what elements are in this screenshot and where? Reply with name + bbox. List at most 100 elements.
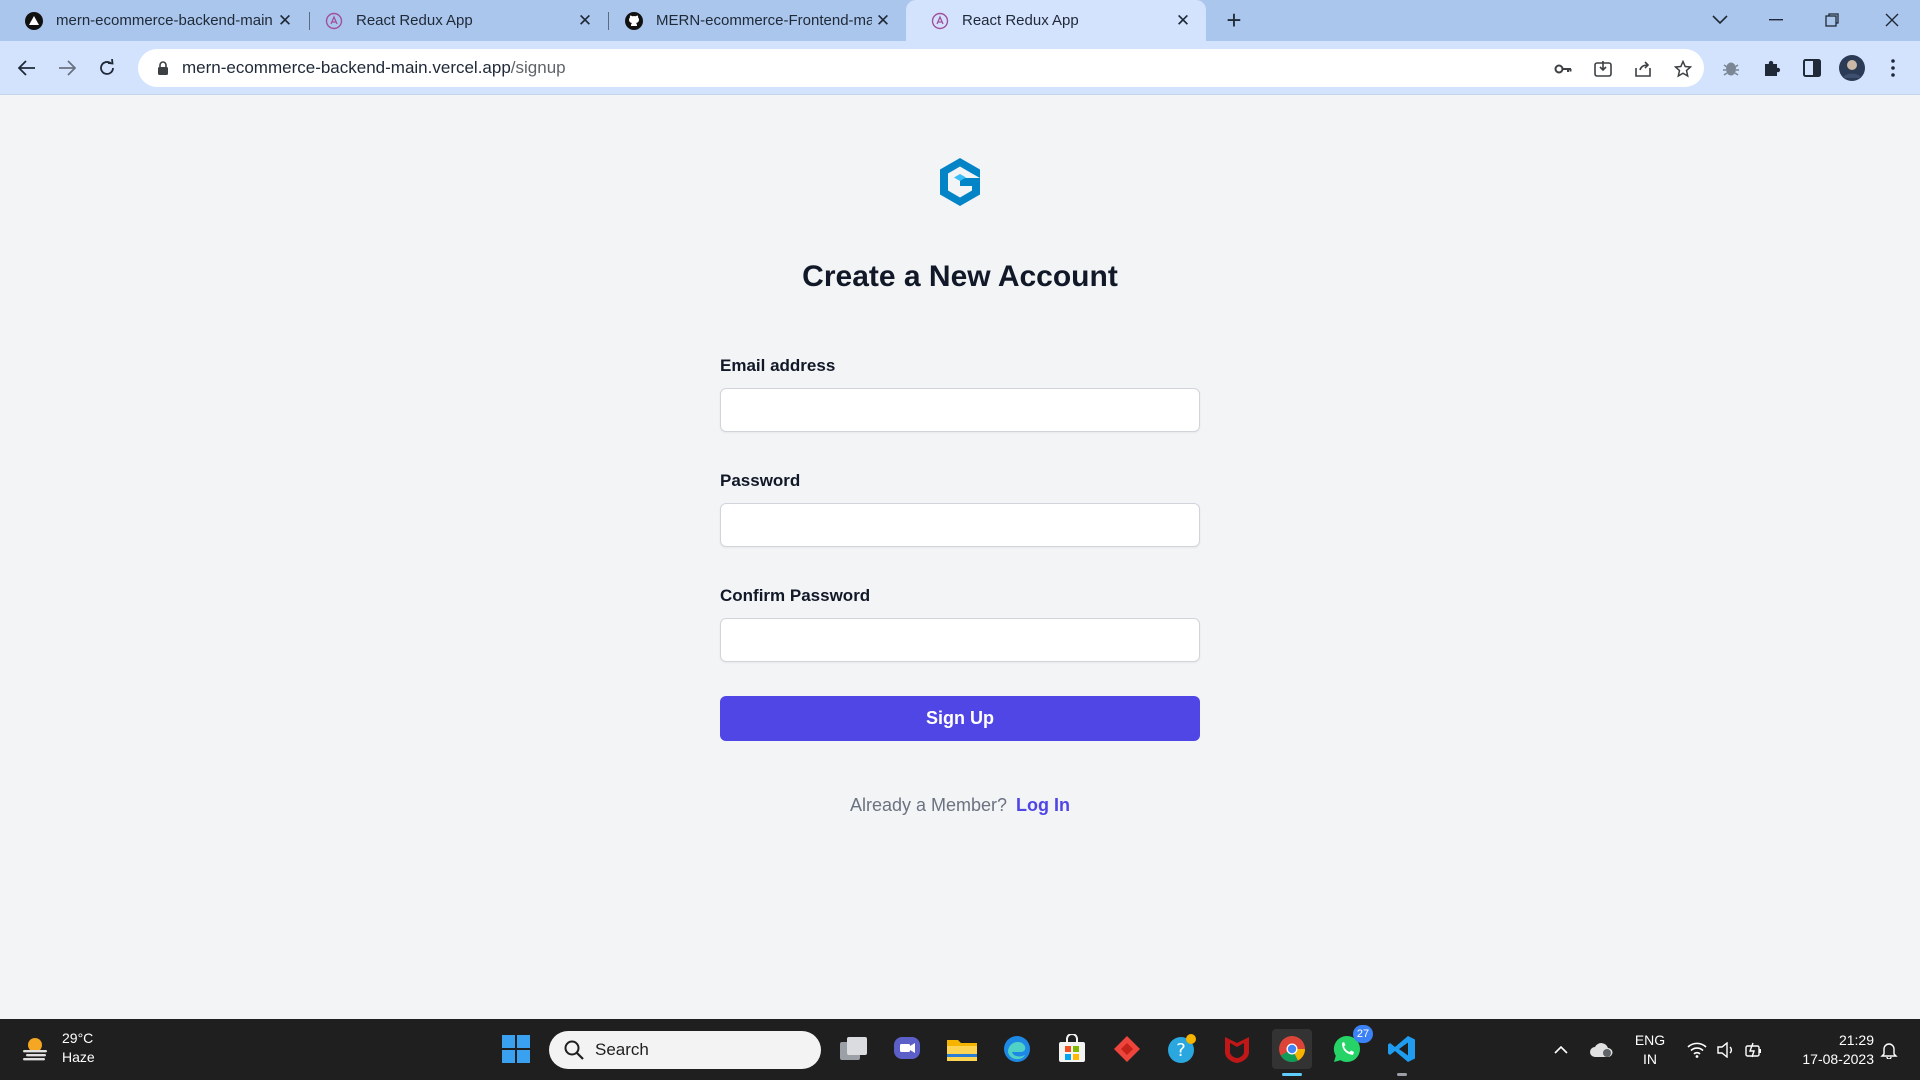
volume-tray-button[interactable] bbox=[1712, 1019, 1740, 1080]
whatsapp-button[interactable]: 27 bbox=[1327, 1025, 1373, 1069]
tab-github[interactable]: MERN-ecommerce-Frontend-main ✕ bbox=[600, 0, 906, 41]
member-text: Already a Member? bbox=[849, 795, 1008, 815]
cloud-icon bbox=[1590, 1042, 1613, 1057]
profile-avatar[interactable] bbox=[1838, 54, 1866, 82]
login-link[interactable]: Log In bbox=[1016, 795, 1070, 815]
task-view-button[interactable] bbox=[834, 1029, 874, 1069]
tab-search-button[interactable] bbox=[1692, 0, 1748, 40]
chevron-down-icon bbox=[1712, 15, 1728, 25]
wifi-icon bbox=[1687, 1042, 1707, 1058]
lock-icon[interactable] bbox=[154, 59, 172, 77]
tab-title: mern-ecommerce-backend-main.vercel.app bbox=[56, 12, 274, 29]
page-title: Create a New Account bbox=[802, 260, 1118, 293]
battery-tray-button[interactable] bbox=[1740, 1019, 1768, 1080]
login-prompt: Already a Member? Log In bbox=[0, 795, 1920, 816]
anydesk-button[interactable] bbox=[1107, 1029, 1147, 1069]
tab-react-redux-1[interactable]: React Redux App ✕ bbox=[300, 0, 608, 41]
confirm-password-field[interactable] bbox=[720, 618, 1200, 662]
restore-button[interactable] bbox=[1804, 0, 1860, 40]
password-label: Password bbox=[720, 471, 801, 490]
search-icon bbox=[564, 1040, 584, 1060]
vscode-icon bbox=[1388, 1036, 1415, 1062]
kebab-menu-icon bbox=[1891, 59, 1895, 77]
signup-button[interactable]: Sign Up bbox=[720, 696, 1200, 741]
store-icon bbox=[1059, 1034, 1085, 1062]
folder-icon bbox=[947, 1040, 977, 1061]
chrome-button[interactable] bbox=[1272, 1029, 1312, 1069]
url-host: mern-ecommerce-backend-main.vercel.app bbox=[182, 58, 511, 77]
taskbar-search-box[interactable]: Search bbox=[549, 1031, 821, 1069]
wifi-tray-button[interactable] bbox=[1682, 1019, 1712, 1080]
minimize-button[interactable] bbox=[1748, 0, 1804, 40]
side-panel-icon[interactable] bbox=[1798, 54, 1826, 82]
share-icon[interactable] bbox=[1632, 58, 1654, 80]
arrow-left-icon bbox=[18, 60, 35, 76]
mcafee-button[interactable] bbox=[1217, 1029, 1257, 1069]
vercel-icon bbox=[24, 11, 44, 31]
browser-toolbar: mern-ecommerce-backend-main.vercel.app/s… bbox=[0, 41, 1920, 95]
show-hidden-icons-button[interactable] bbox=[1548, 1019, 1574, 1080]
mcafee-shield-icon bbox=[1225, 1037, 1249, 1063]
file-explorer-button[interactable] bbox=[942, 1029, 982, 1069]
chevron-up-icon bbox=[1554, 1045, 1568, 1054]
chrome-icon bbox=[1279, 1036, 1305, 1062]
tab-title: React Redux App bbox=[962, 12, 1079, 29]
bookmark-star-icon[interactable] bbox=[1672, 58, 1694, 80]
password-field[interactable] bbox=[720, 503, 1200, 547]
search-placeholder: Search bbox=[595, 1040, 649, 1059]
tab-title: MERN-ecommerce-Frontend-main bbox=[656, 12, 872, 29]
close-icon[interactable]: ✕ bbox=[574, 10, 596, 32]
reload-icon bbox=[100, 59, 114, 75]
address-bar[interactable]: mern-ecommerce-backend-main.vercel.app/s… bbox=[138, 49, 1704, 87]
onedrive-tray-button[interactable] bbox=[1586, 1019, 1616, 1080]
react-icon bbox=[324, 11, 344, 31]
tab-vercel[interactable]: mern-ecommerce-backend-main.vercel.app ✕ bbox=[0, 0, 308, 41]
tab-react-redux-active[interactable]: React Redux App ✕ bbox=[906, 0, 1206, 41]
anydesk-icon bbox=[1114, 1036, 1140, 1062]
bug-extension-icon[interactable] bbox=[1717, 54, 1745, 82]
lang-primary: ENG bbox=[1634, 1032, 1666, 1048]
forward-button[interactable] bbox=[49, 50, 85, 86]
email-field[interactable] bbox=[720, 388, 1200, 432]
back-button[interactable] bbox=[9, 50, 45, 86]
install-app-icon[interactable] bbox=[1592, 58, 1614, 80]
github-icon bbox=[624, 11, 644, 31]
notification-bell-icon bbox=[1880, 1042, 1898, 1059]
vscode-button[interactable] bbox=[1382, 1029, 1422, 1069]
email-label: Email address bbox=[720, 356, 836, 375]
running-app-indicator bbox=[1397, 1073, 1407, 1076]
new-tab-button[interactable]: + bbox=[1220, 5, 1248, 35]
close-icon[interactable]: ✕ bbox=[1172, 10, 1194, 32]
teams-chat-button[interactable] bbox=[887, 1029, 927, 1069]
confirm-password-label: Confirm Password bbox=[720, 586, 871, 605]
weather-condition: Haze bbox=[62, 1049, 95, 1065]
reload-button[interactable] bbox=[89, 50, 125, 86]
close-icon[interactable]: ✕ bbox=[872, 10, 894, 32]
extensions-puzzle-icon[interactable] bbox=[1758, 54, 1786, 82]
weather-widget[interactable]: 29°C Haze bbox=[20, 1029, 95, 1067]
battery-charging-icon bbox=[1745, 1042, 1761, 1057]
close-window-button[interactable] bbox=[1864, 0, 1920, 40]
confirm-password-group: Confirm Password bbox=[720, 584, 1200, 699]
key-icon[interactable] bbox=[1552, 58, 1574, 80]
system-clock[interactable]: 21:29 17-08-2023 bbox=[1780, 1031, 1874, 1069]
signup-form: Email address Password Confirm Password bbox=[720, 354, 1200, 699]
language-indicator[interactable]: ENG IN bbox=[1628, 1031, 1672, 1069]
browser-menu-button[interactable] bbox=[1879, 54, 1907, 82]
start-button[interactable] bbox=[496, 1029, 536, 1069]
notifications-button[interactable] bbox=[1874, 1019, 1904, 1080]
react-icon bbox=[930, 11, 950, 31]
arrow-right-icon bbox=[59, 60, 76, 76]
active-app-indicator bbox=[1282, 1073, 1302, 1076]
close-icon[interactable]: ✕ bbox=[274, 10, 296, 32]
lang-region: IN bbox=[1643, 1051, 1657, 1067]
microsoft-store-button[interactable] bbox=[1052, 1029, 1092, 1069]
signup-page: Create a New Account Email address Passw… bbox=[0, 96, 1920, 1019]
email-group: Email address bbox=[720, 354, 1200, 469]
edge-browser-button[interactable] bbox=[997, 1029, 1037, 1069]
url-text: mern-ecommerce-backend-main.vercel.app/s… bbox=[182, 58, 566, 78]
weather-haze-icon bbox=[23, 1038, 47, 1061]
clock-time: 21:29 bbox=[1838, 1032, 1874, 1048]
weather-temp: 29°C bbox=[62, 1030, 94, 1046]
help-app-button[interactable]: ? bbox=[1162, 1029, 1202, 1069]
